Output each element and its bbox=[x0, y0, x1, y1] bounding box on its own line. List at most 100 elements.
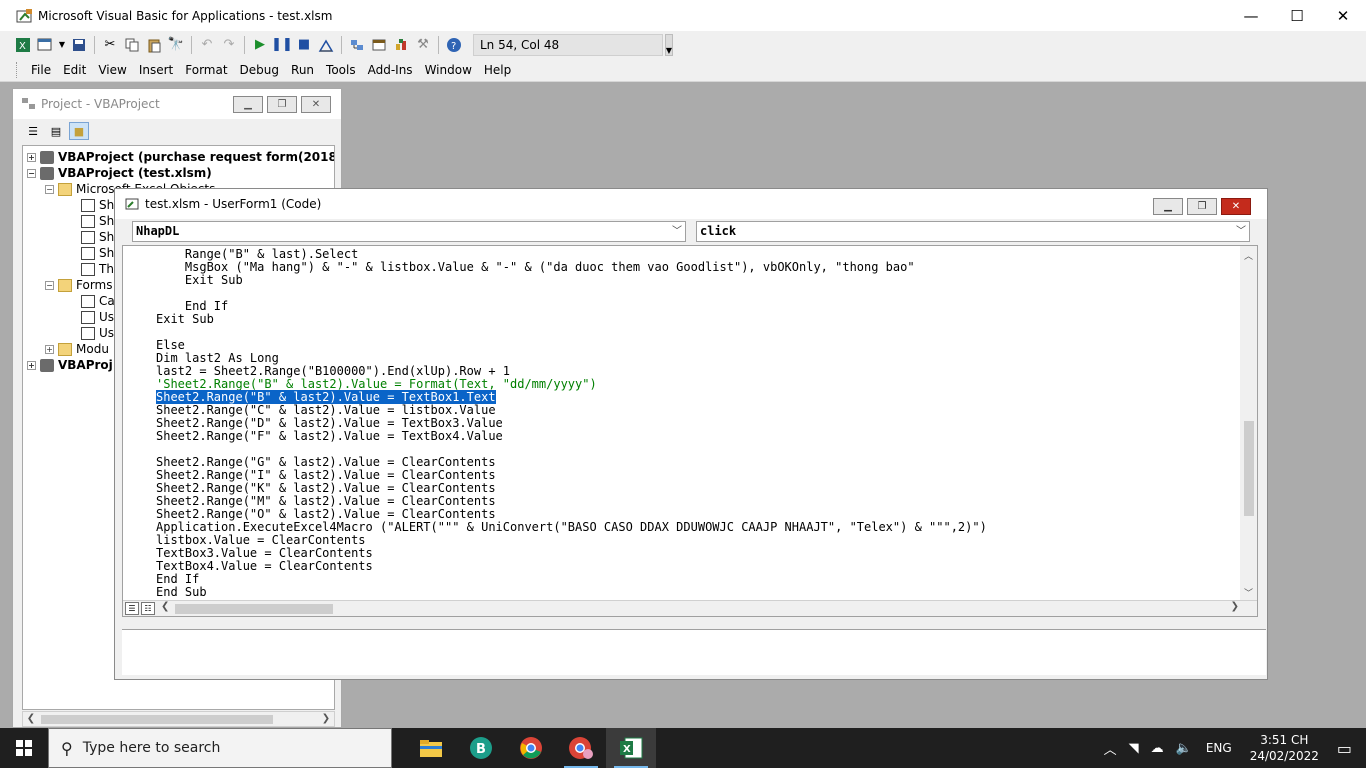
chevron-down-icon[interactable]: ﹀ bbox=[672, 222, 682, 241]
menu-tools[interactable]: Tools bbox=[320, 63, 362, 77]
project-close-button[interactable]: ✕ bbox=[301, 96, 331, 113]
design-mode-icon[interactable] bbox=[317, 36, 335, 54]
chrome-profile-button[interactable] bbox=[556, 728, 606, 768]
redo-icon[interactable]: ↷ bbox=[220, 36, 238, 54]
tree-item[interactable]: Ca bbox=[81, 293, 115, 309]
view-object-button[interactable]: ▤ bbox=[46, 122, 66, 140]
tree-item[interactable]: Sh bbox=[81, 245, 114, 261]
save-icon[interactable] bbox=[70, 36, 88, 54]
code-vertical-scrollbar[interactable]: ︿ ﹀ bbox=[1240, 246, 1257, 601]
clock[interactable]: 3:51 CH 24/02/2022 bbox=[1250, 732, 1319, 764]
minimize-button[interactable]: — bbox=[1228, 0, 1274, 31]
object-combobox[interactable]: NhapDL ﹀ bbox=[132, 221, 686, 242]
menu-view[interactable]: View bbox=[92, 63, 132, 77]
code-line[interactable]: End If bbox=[156, 300, 987, 313]
properties-window-icon[interactable] bbox=[370, 36, 388, 54]
excel-button[interactable]: X bbox=[606, 728, 656, 768]
expand-icon[interactable]: + bbox=[45, 344, 54, 354]
scroll-thumb[interactable] bbox=[175, 604, 333, 614]
maximize-button[interactable]: ☐ bbox=[1274, 0, 1320, 31]
tree-item[interactable]: Sh bbox=[81, 197, 114, 213]
scroll-left-icon[interactable]: ❮ bbox=[23, 712, 39, 726]
code-line[interactable]: Sheet2.Range("F" & last2).Value = TextBo… bbox=[156, 430, 987, 443]
tree-item[interactable]: Th bbox=[81, 261, 114, 277]
code-line[interactable]: TextBox4.Value = ClearContents bbox=[156, 560, 987, 573]
start-button[interactable] bbox=[0, 728, 48, 768]
cut-icon[interactable]: ✂ bbox=[101, 36, 119, 54]
break-icon[interactable]: ❚❚ bbox=[271, 36, 293, 54]
paste-icon[interactable] bbox=[145, 36, 163, 54]
copy-icon[interactable] bbox=[123, 36, 141, 54]
code-line[interactable]: MsgBox ("Ma hang") & "-" & listbox.Value… bbox=[156, 261, 987, 274]
toolbar-options-button[interactable]: ▼ bbox=[665, 33, 673, 56]
toggle-folders-button[interactable]: ■ bbox=[69, 122, 89, 140]
tree-item[interactable]: Us bbox=[81, 325, 114, 341]
menu-insert[interactable]: Insert bbox=[133, 63, 179, 77]
menu-file[interactable]: File bbox=[25, 63, 57, 77]
expand-icon[interactable]: + bbox=[27, 360, 36, 370]
toolbox-icon[interactable]: ⚒ bbox=[414, 36, 432, 54]
reset-icon[interactable]: ■ bbox=[295, 36, 313, 54]
code-line[interactable]: Exit Sub bbox=[156, 274, 987, 287]
scroll-up-icon[interactable]: ︿ bbox=[1240, 250, 1257, 264]
cloud-icon[interactable]: ☁ bbox=[1151, 741, 1164, 756]
notification-icon[interactable]: ▭ bbox=[1337, 739, 1352, 758]
tree-item[interactable]: Sh bbox=[81, 229, 114, 245]
menu-help[interactable]: Help bbox=[478, 63, 517, 77]
procedure-combobox[interactable]: click ﹀ bbox=[696, 221, 1250, 242]
scroll-right-icon[interactable]: ❯ bbox=[318, 712, 334, 726]
view-code-button[interactable]: ☰ bbox=[23, 122, 43, 140]
scroll-right-icon[interactable]: ❯ bbox=[1231, 601, 1239, 612]
scroll-thumb[interactable] bbox=[41, 715, 273, 724]
scroll-down-icon[interactable]: ﹀ bbox=[1240, 587, 1257, 601]
menu-debug[interactable]: Debug bbox=[234, 63, 285, 77]
code-editor[interactable]: Range("B" & last).Select MsgBox ("Ma han… bbox=[122, 245, 1258, 617]
collapse-icon[interactable]: − bbox=[45, 280, 54, 290]
full-module-view-icon[interactable]: ☷ bbox=[141, 602, 155, 615]
scroll-left-icon[interactable]: ❮ bbox=[161, 601, 169, 612]
run-icon[interactable]: ▶ bbox=[251, 36, 269, 54]
view-excel-icon[interactable]: X bbox=[14, 36, 32, 54]
taskbar-search[interactable]: ⚲ Type here to search bbox=[48, 728, 392, 768]
tree-item[interactable]: + VBAProject (purchase request form(2018)… bbox=[27, 149, 334, 165]
close-button[interactable]: ✕ bbox=[1320, 0, 1366, 31]
tree-item[interactable]: − Forms bbox=[45, 277, 112, 293]
code-line[interactable]: Exit Sub bbox=[156, 313, 987, 326]
code-close-button[interactable]: ✕ bbox=[1221, 198, 1251, 215]
code-line[interactable]: Else bbox=[156, 339, 987, 352]
language-indicator[interactable]: ENG bbox=[1206, 741, 1232, 755]
collapse-icon[interactable]: − bbox=[45, 184, 54, 194]
code-line[interactable] bbox=[156, 326, 987, 339]
selected-code-text[interactable]: Sheet2.Range("B" & last2).Value = TextBo… bbox=[156, 390, 496, 404]
code-restore-button[interactable]: ❐ bbox=[1187, 198, 1217, 215]
chevron-down-icon[interactable]: ﹀ bbox=[1236, 222, 1246, 241]
object-browser-icon[interactable] bbox=[392, 36, 410, 54]
tree-item[interactable]: Us bbox=[81, 309, 114, 325]
lower-pane[interactable] bbox=[122, 629, 1266, 675]
expand-icon[interactable]: + bbox=[27, 152, 36, 162]
code-lines[interactable]: Range("B" & last).Select MsgBox ("Ma han… bbox=[156, 248, 987, 599]
menu-format[interactable]: Format bbox=[179, 63, 233, 77]
tree-item[interactable]: Sh bbox=[81, 213, 114, 229]
chevron-up-icon[interactable]: ︿ bbox=[1104, 739, 1117, 758]
network-icon[interactable]: ◥ bbox=[1129, 741, 1139, 756]
tree-item[interactable]: + Modu bbox=[45, 341, 109, 357]
chrome-button[interactable] bbox=[506, 728, 556, 768]
app-b-button[interactable]: B bbox=[456, 728, 506, 768]
menu-window[interactable]: Window bbox=[419, 63, 478, 77]
menu-run[interactable]: Run bbox=[285, 63, 320, 77]
menu-addins[interactable]: Add-Ins bbox=[362, 63, 419, 77]
menu-edit[interactable]: Edit bbox=[57, 63, 92, 77]
undo-icon[interactable]: ↶ bbox=[198, 36, 216, 54]
project-explorer-icon[interactable] bbox=[348, 36, 366, 54]
help-icon[interactable]: ? bbox=[445, 36, 463, 54]
insert-userform-icon[interactable] bbox=[36, 36, 54, 54]
volume-muted-icon[interactable]: 🔈 bbox=[1176, 741, 1192, 756]
project-minimize-button[interactable]: ▁ bbox=[233, 96, 263, 113]
tree-item[interactable]: − VBAProject (test.xlsm) bbox=[27, 165, 212, 181]
tree-item[interactable]: + VBAProj bbox=[27, 357, 113, 373]
project-horizontal-scrollbar[interactable]: ❮ ❯ bbox=[22, 711, 335, 727]
code-horizontal-scrollbar[interactable]: ☰ ☷ ❮ ❯ bbox=[123, 600, 1257, 616]
scroll-thumb[interactable] bbox=[1244, 421, 1254, 516]
collapse-icon[interactable]: − bbox=[27, 168, 36, 178]
